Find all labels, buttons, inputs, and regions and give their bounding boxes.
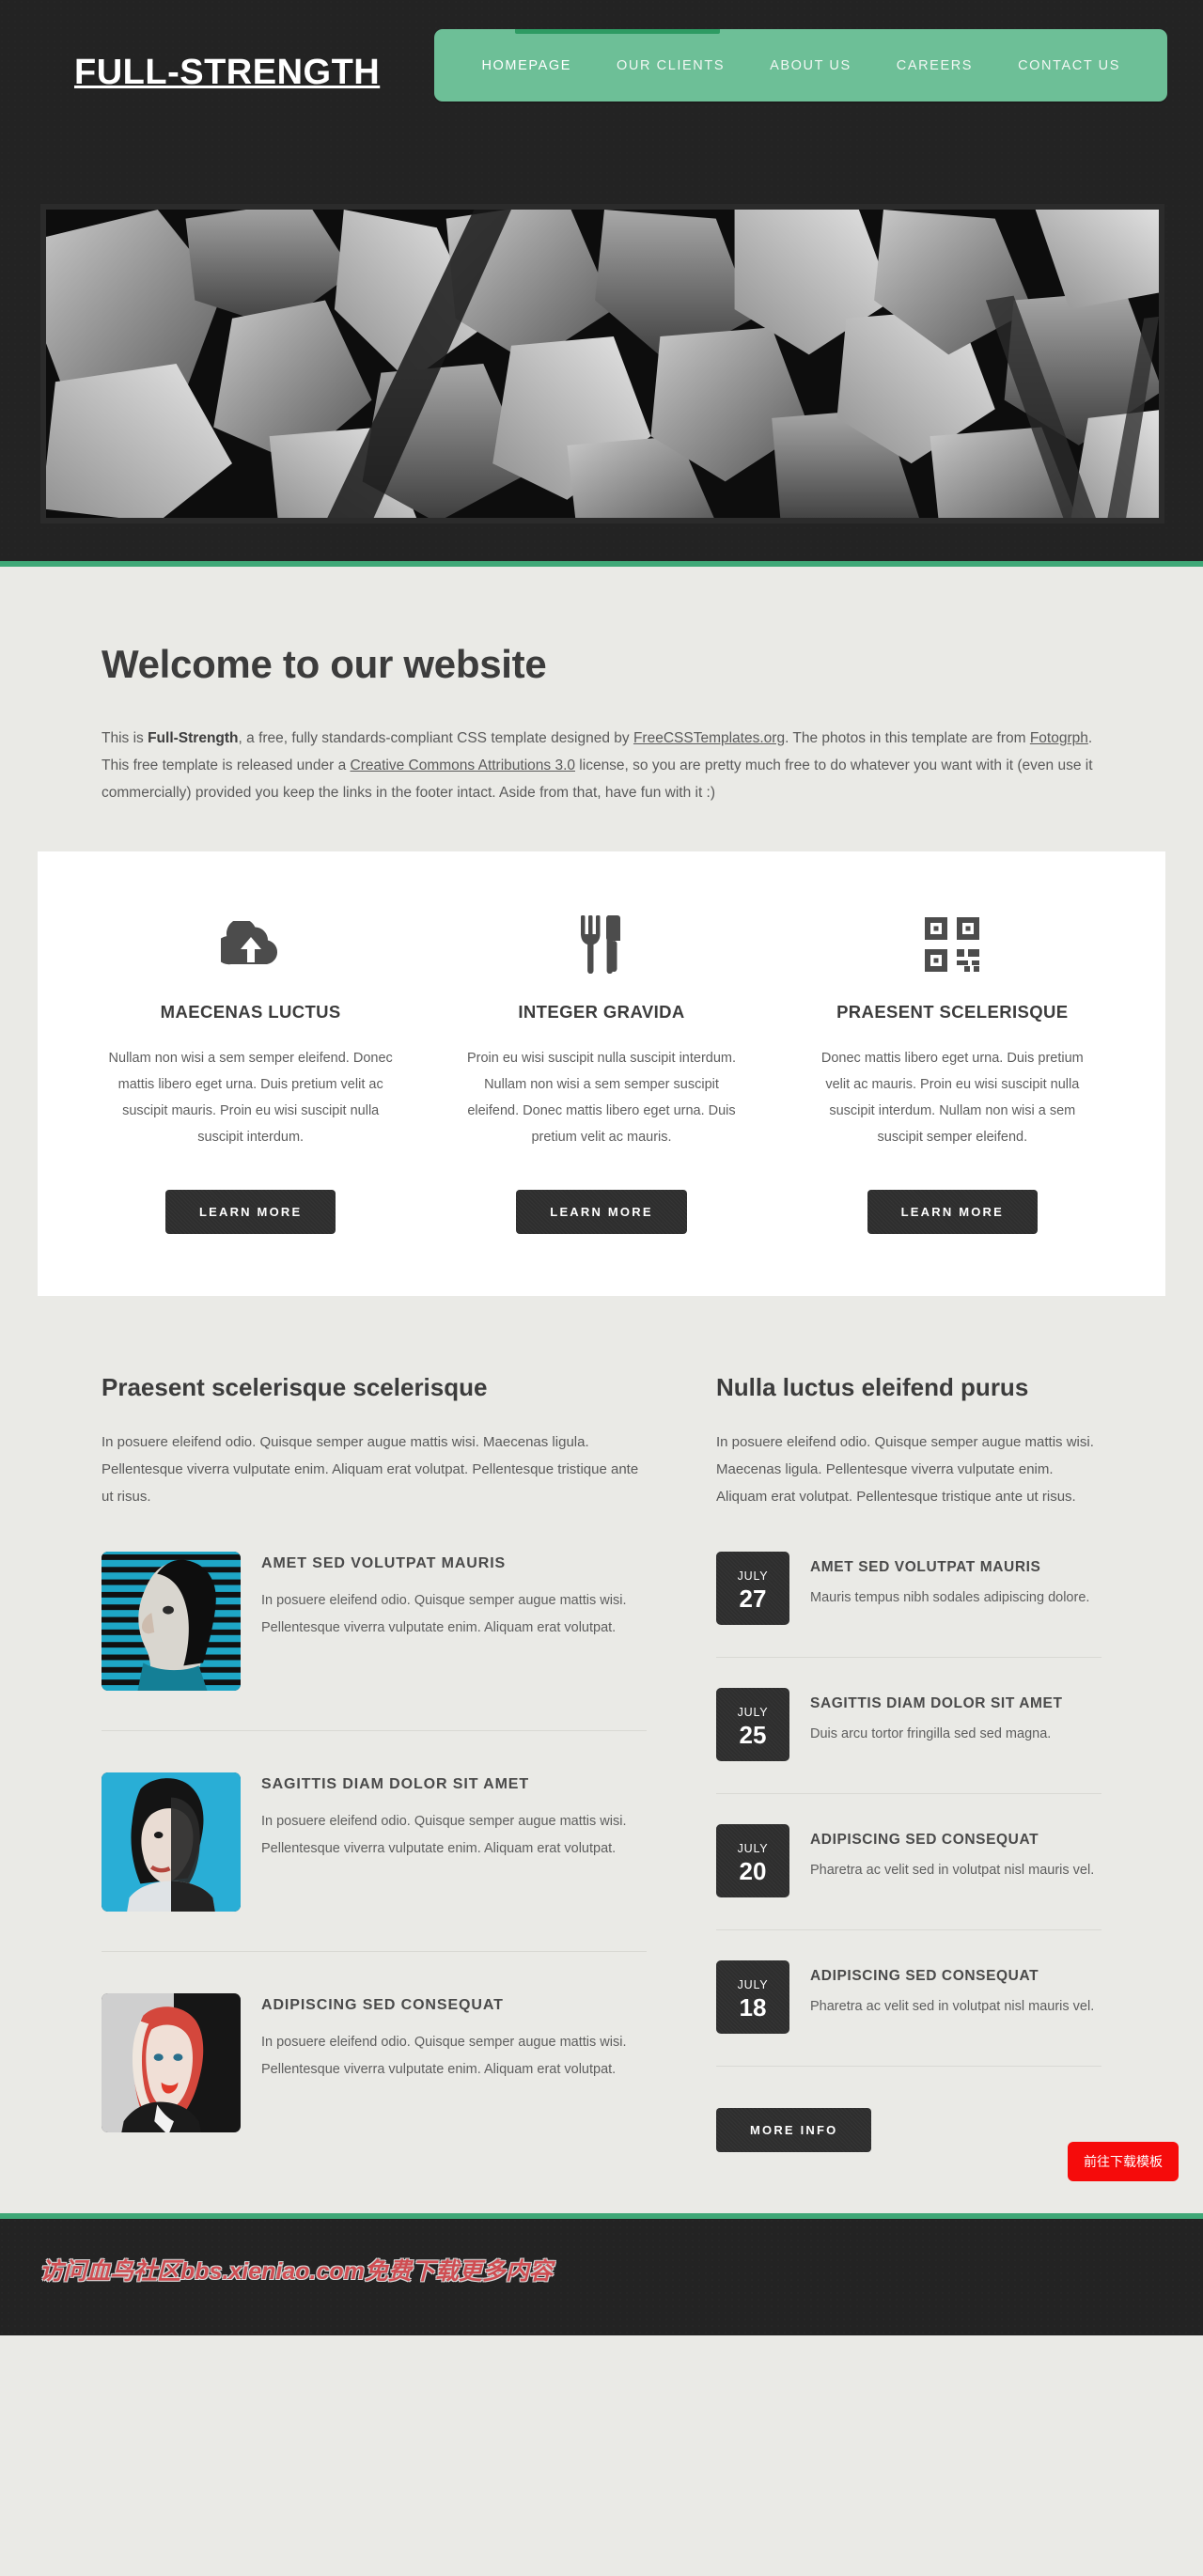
date-day: 25 [739,1720,767,1749]
feature-body-2: Proin eu wisi suscipit nulla suscipit in… [466,1051,737,1145]
nav-item-about-us[interactable]: ABOUT US [747,49,874,83]
feature-card-3: PRAESENT SCELERISQUE Donec mattis libero… [777,910,1128,1234]
news-item-body: Mauris tempus nibh sodales adipiscing do… [810,1590,1090,1605]
feature-card-2: INTEGER GRAVIDA Proin eu wisi suscipit n… [426,910,776,1234]
news-item[interactable]: JULY 25 SAGITTIS DIAM DOLOR SIT AMET Dui… [716,1688,1101,1794]
date-day: 18 [739,1992,767,2022]
feature-card-1: MAECENAS LUCTUS Nullam non wisi a sem se… [75,910,426,1234]
link-fotogrph[interactable]: Fotogrph [1030,730,1088,746]
left-column-title: Praesent scelerisque scelerisque [102,1373,488,1401]
right-column-title: Nulla luctus eleifend purus [716,1373,1029,1401]
list-item-title: ADIPISCING SED CONSEQUAT [261,1997,504,2013]
date-month: JULY [737,1841,769,1855]
site-logo[interactable]: Full-Strength [74,36,384,110]
watermark-text: 访问血鸟社区bbs.xieniao.com免费下载更多内容 [39,2258,553,2285]
news-item-body: Duis arcu tortor fringilla sed sed magna… [810,1726,1052,1741]
cloud-upload-icon [107,910,394,979]
left-column: Praesent scelerisque scelerisque In posu… [102,1373,647,2213]
right-column-intro: In posuere eleifend odio. Quisque semper… [716,1434,1094,1505]
feature-title-1: MAECENAS LUCTUS [160,1002,341,1022]
news-item-title: SAGITTIS DIAM DOLOR SIT AMET [810,1695,1063,1711]
news-item[interactable]: JULY 20 ADIPISCING SED CONSEQUAT Pharetr… [716,1824,1101,1930]
nav-item-homepage[interactable]: HOMEPAGE [459,49,594,83]
date-badge: JULY 18 [716,1960,789,2034]
feature-title-2: INTEGER GRAVIDA [518,1002,685,1022]
welcome-text-3: . The photos in this template are from [785,730,1030,746]
date-badge: JULY 20 [716,1824,789,1897]
avatar [102,1772,241,1912]
news-item-body: Pharetra ac velit sed in volutpat nisl m… [810,1863,1095,1878]
right-column: Nulla luctus eleifend purus In posuere e… [716,1373,1101,2213]
news-item[interactable]: JULY 27 AMET SED VOLUTPAT MAURIS Mauris … [716,1552,1101,1658]
news-item-title: AMET SED VOLUTPAT MAURIS [810,1559,1041,1575]
date-badge: JULY 27 [716,1552,789,1625]
nav-item-contact-us[interactable]: CONTACT US [995,49,1143,83]
feature-title-3: PRAESENT SCELERISQUE [836,1002,1069,1022]
list-item-body: In posuere eleifend odio. Quisque semper… [261,1593,627,1635]
list-item[interactable]: SAGITTIS DIAM DOLOR SIT AMET In posuere … [102,1772,647,1952]
date-day: 20 [739,1856,767,1885]
welcome-text-2: , a free, fully standards-compliant CSS … [238,730,633,746]
hero-band [0,184,1203,567]
hero-image [40,204,1164,523]
fork-knife-icon [458,910,744,979]
qr-code-icon [809,910,1096,979]
avatar [102,1552,241,1691]
news-item[interactable]: JULY 18 ADIPISCING SED CONSEQUAT Pharetr… [716,1960,1101,2067]
nav-item-our-clients[interactable]: OUR CLIENTS [594,49,747,83]
welcome-paragraph: This is Full-Strength, a free, fully sta… [102,725,1101,806]
feature-cards: MAECENAS LUCTUS Nullam non wisi a sem se… [38,851,1165,1296]
welcome-bold-name: Full-Strength [148,730,239,746]
list-item-title: SAGITTIS DIAM DOLOR SIT AMET [261,1776,530,1792]
link-creative-commons[interactable]: Creative Commons Attributions 3.0 [351,757,576,773]
news-item-title: ADIPISCING SED CONSEQUAT [810,1832,1039,1848]
learn-more-button-1[interactable]: LEARN MORE [164,1190,336,1234]
date-badge: JULY 25 [716,1688,789,1761]
feature-body-1: Nullam non wisi a sem semper eleifend. D… [108,1051,393,1145]
page-body: Welcome to our website This is Full-Stre… [0,567,1203,2213]
date-month: JULY [737,1977,769,1991]
site-header: Full-Strength HOMEPAGE OUR CLIENTS ABOUT… [0,0,1203,184]
more-info-button[interactable]: MORE INFO [716,2108,872,2152]
left-column-intro: In posuere eleifend odio. Quisque semper… [102,1434,639,1505]
main-navigation: HOMEPAGE OUR CLIENTS ABOUT US CAREERS CO… [434,29,1167,101]
avatar [102,1993,241,2132]
welcome-text-1: This is [102,730,148,746]
list-item-title: AMET SED VOLUTPAT MAURIS [261,1555,507,1571]
learn-more-button-2[interactable]: LEARN MORE [516,1190,687,1234]
list-item-body: In posuere eleifend odio. Quisque semper… [261,1814,627,1856]
list-item-body: In posuere eleifend odio. Quisque semper… [261,2035,627,2077]
page-title: Welcome to our website [102,642,547,686]
download-template-button[interactable]: 前往下载模板 [1068,2142,1179,2181]
list-item[interactable]: ADIPISCING SED CONSEQUAT In posuere elei… [102,1993,647,2172]
learn-more-button-3[interactable]: LEARN MORE [867,1190,1039,1234]
content-columns: Praesent scelerisque scelerisque In posu… [102,1296,1101,2213]
date-month: JULY [737,1569,769,1583]
feature-body-3: Donec mattis libero eget urna. Duis pret… [820,1051,1084,1145]
news-item-title: ADIPISCING SED CONSEQUAT [810,1968,1039,1984]
site-footer: 前往下载模板 访问血鸟社区bbs.xieniao.com免费下载更多内容 [0,2142,1203,2335]
date-day: 27 [739,1584,767,1613]
list-item[interactable]: AMET SED VOLUTPAT MAURIS In posuere elei… [102,1552,647,1731]
date-month: JULY [737,1705,769,1719]
nav-item-careers[interactable]: CAREERS [874,49,995,83]
welcome-section: Welcome to our website This is Full-Stre… [102,567,1101,806]
link-freecsstemplates[interactable]: FreeCSSTemplates.org [633,730,785,746]
news-item-body: Pharetra ac velit sed in volutpat nisl m… [810,1999,1095,2014]
